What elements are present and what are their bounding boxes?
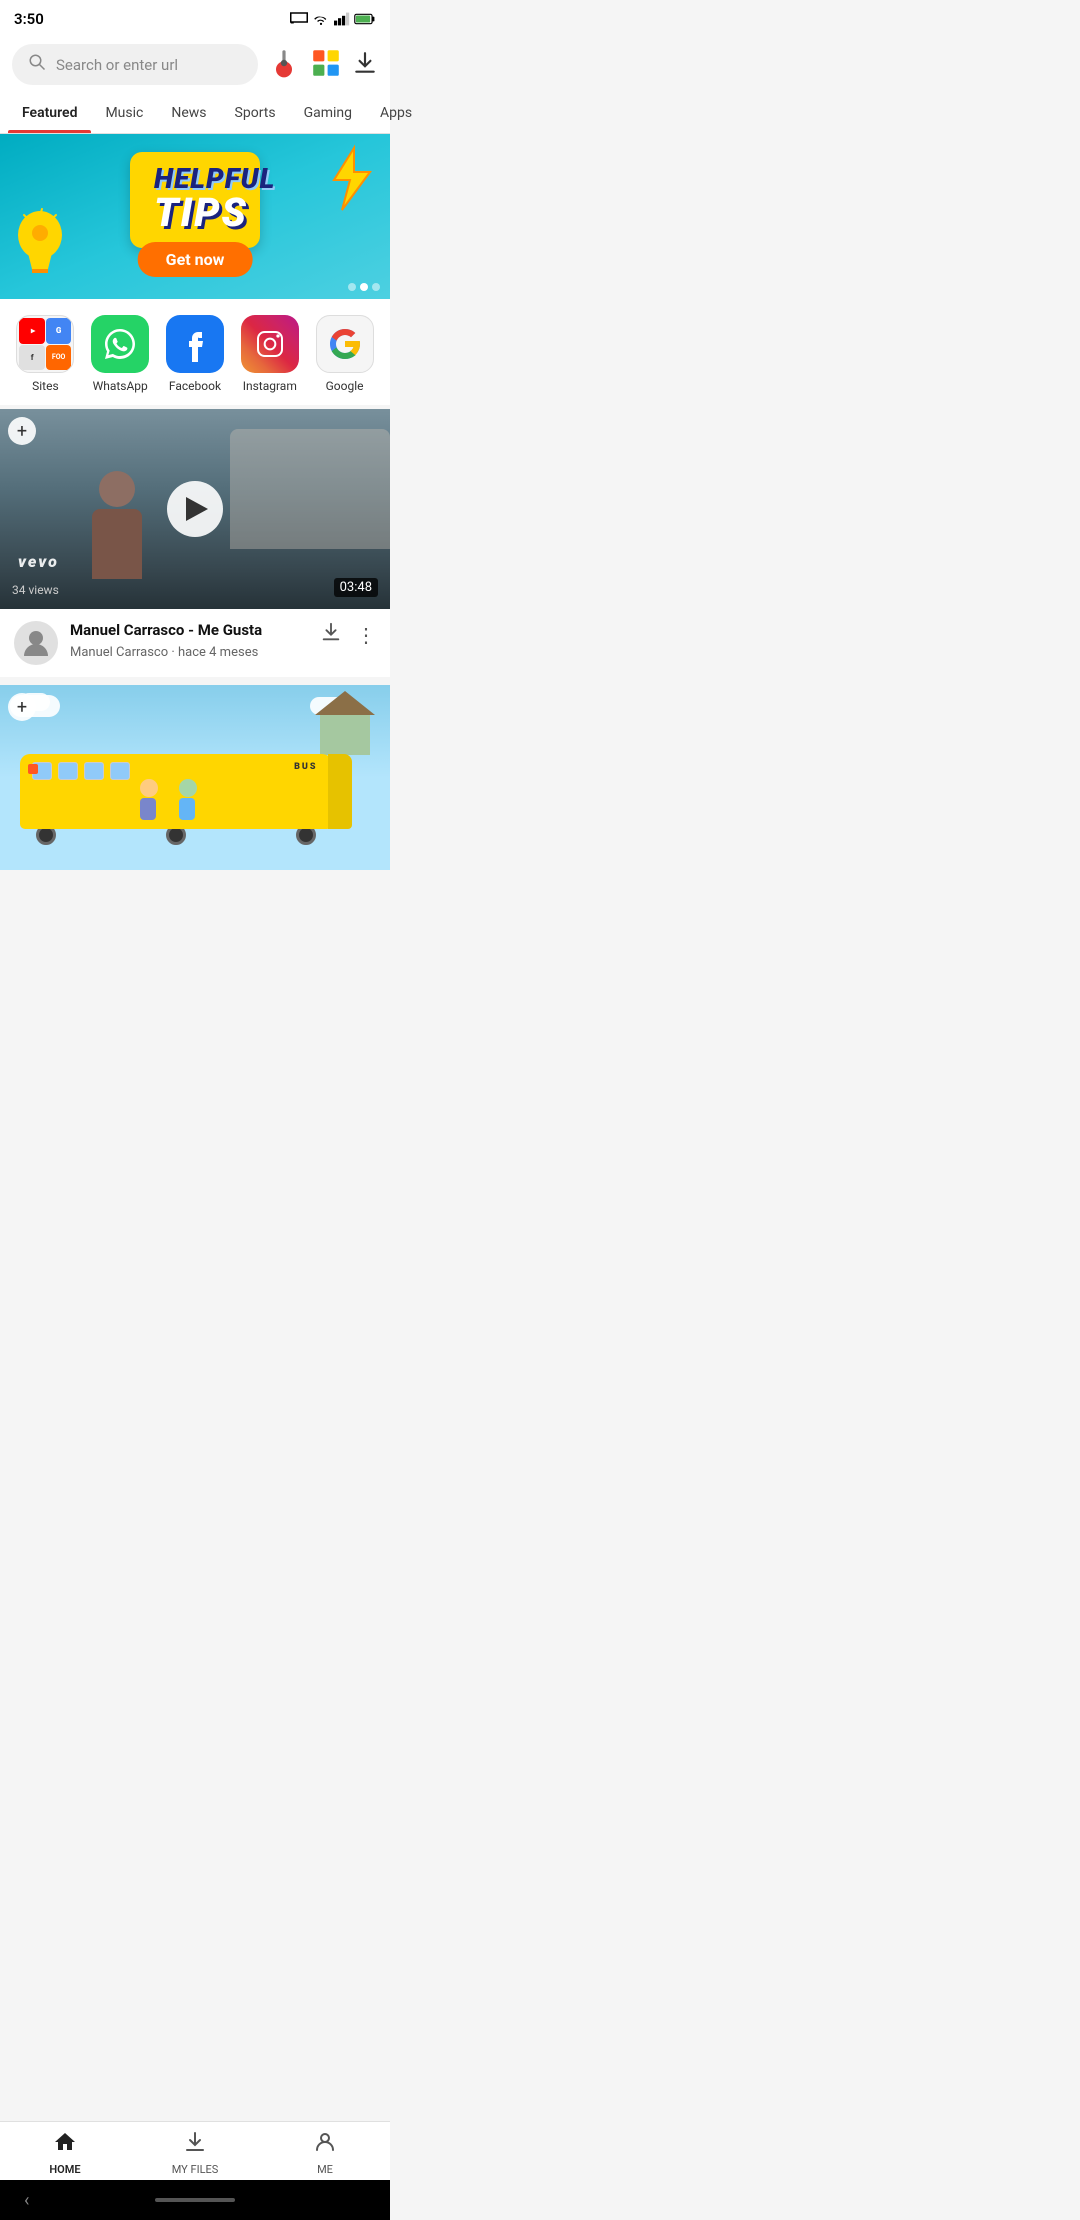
lightbulb-icon (8, 203, 72, 291)
tab-news[interactable]: News (157, 93, 220, 133)
search-area: Search or enter url (0, 36, 390, 93)
nav-my-files-label: MY FILES (172, 2163, 219, 2176)
video-info-1: Manuel Carrasco - Me Gusta Manuel Carras… (0, 609, 390, 677)
channel-avatar (14, 621, 58, 665)
video-add-button-2[interactable]: + (8, 693, 36, 721)
toolbar-icons (268, 47, 378, 83)
nav-tabs: Featured Music News Sports Gaming Apps (0, 93, 390, 134)
tab-gaming[interactable]: Gaming (290, 93, 366, 133)
sites-sub-youtube (19, 318, 45, 344)
video-time-ago: hace 4 meses (178, 645, 258, 660)
instagram-label: Instagram (243, 379, 297, 393)
app-shortcuts: G f FOO Sites WhatsApp (0, 299, 390, 405)
sites-sub-google: G (46, 318, 72, 344)
video-card-2: + STOP (0, 685, 390, 870)
whatsapp-icon (91, 315, 149, 373)
play-icon (186, 497, 208, 521)
tab-sports[interactable]: Sports (221, 93, 290, 133)
more-options-icon[interactable]: ⋮ (356, 623, 376, 647)
character-1 (140, 779, 158, 820)
home-bar[interactable] (155, 2198, 235, 2202)
signal-icon (334, 12, 350, 26)
search-placeholder: Search or enter url (56, 56, 178, 74)
search-bar[interactable]: Search or enter url (12, 44, 258, 85)
video-thumbnail-1[interactable]: vevo 34 views 03:48 (0, 409, 390, 609)
play-button[interactable] (167, 481, 223, 537)
tab-apps[interactable]: Apps (366, 93, 426, 133)
search-icon (28, 53, 46, 76)
video-thumbnail-2-wrap: + STOP (0, 685, 390, 870)
status-time: 3:50 (14, 10, 44, 28)
channel-separator: · (171, 645, 178, 660)
tab-featured[interactable]: Featured (8, 93, 91, 133)
bus-label: BUS (294, 762, 317, 772)
banner-dots (348, 283, 380, 291)
nav-home-label: HOME (49, 2163, 80, 2176)
video-channel-info: Manuel Carrasco · hace 4 meses (70, 645, 308, 660)
cast-icon (290, 12, 308, 26)
dot-2 (360, 283, 368, 291)
joystick-icon[interactable] (268, 47, 300, 83)
nav-my-files[interactable]: MY FILES (130, 2130, 260, 2176)
banner-button[interactable]: Get now (138, 242, 253, 277)
whatsapp-label: WhatsApp (93, 379, 148, 393)
video-actions: ⋮ (320, 621, 376, 648)
video-thumbnail-2[interactable]: STOP BUS (0, 685, 390, 870)
shortcut-facebook[interactable]: Facebook (166, 315, 224, 393)
me-icon (313, 2130, 337, 2160)
system-nav-bar: ‹ (0, 2180, 390, 2220)
sites-label: Sites (32, 379, 59, 393)
nav-home[interactable]: HOME (0, 2130, 130, 2176)
status-icons (290, 12, 376, 26)
dot-1 (348, 283, 356, 291)
school-bus: BUS (20, 754, 332, 854)
battery-icon (354, 13, 376, 25)
wifi-icon (312, 12, 330, 26)
house-icon (320, 715, 370, 755)
lightning-icon (324, 144, 380, 218)
video-card-1: + vevo 34 views 03:48 (0, 409, 390, 677)
colorful-icon[interactable] (310, 47, 342, 83)
channel-name: Manuel Carrasco (70, 645, 168, 660)
sites-sub-4: FOO (46, 345, 72, 371)
video-title: Manuel Carrasco - Me Gusta (70, 621, 308, 641)
status-bar: 3:50 (0, 0, 390, 36)
video-meta: Manuel Carrasco - Me Gusta Manuel Carras… (70, 621, 308, 660)
video-add-button[interactable]: + (8, 417, 36, 445)
shortcut-whatsapp[interactable]: WhatsApp (91, 315, 149, 393)
google-icon (316, 315, 374, 373)
back-button[interactable]: ‹ (24, 2190, 29, 2211)
video-download-icon[interactable] (320, 621, 342, 648)
dot-3 (372, 283, 380, 291)
my-files-icon (183, 2130, 207, 2160)
banner-content: HELPFUL TIPS (130, 152, 260, 248)
vevo-logo: vevo (12, 550, 65, 573)
facebook-label: Facebook (169, 379, 221, 393)
home-icon (53, 2130, 77, 2160)
shortcut-google[interactable]: Google (316, 315, 374, 393)
download-top-icon[interactable] (352, 50, 378, 80)
character-2 (179, 779, 197, 820)
video-views: 34 views (12, 583, 59, 597)
banner-title-tips: TIPS (154, 189, 236, 236)
banner[interactable]: HELPFUL TIPS Get now (0, 134, 390, 299)
instagram-icon (241, 315, 299, 373)
facebook-icon (166, 315, 224, 373)
tab-music[interactable]: Music (91, 93, 157, 133)
sites-icon: G f FOO (16, 315, 74, 373)
google-label: Google (326, 379, 364, 393)
shortcut-instagram[interactable]: Instagram (241, 315, 299, 393)
shortcut-sites[interactable]: G f FOO Sites (16, 315, 74, 393)
video-duration: 03:48 (334, 578, 378, 597)
nav-me[interactable]: ME (260, 2130, 390, 2176)
bottom-nav: HOME MY FILES ME (0, 2121, 390, 2180)
sites-sub-3: f (19, 345, 45, 371)
nav-me-label: ME (317, 2163, 333, 2176)
